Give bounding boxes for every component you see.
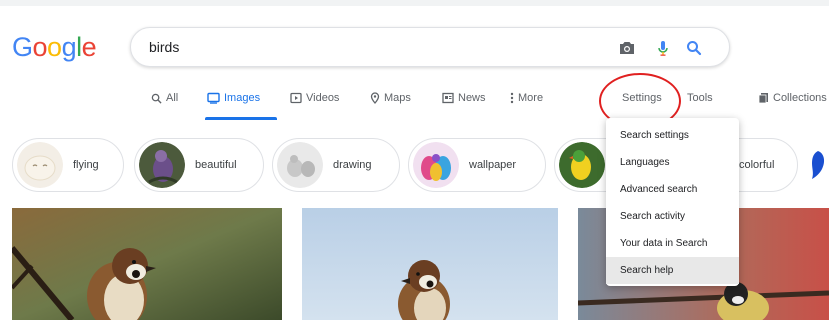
menu-item-advanced-search[interactable]: Advanced search bbox=[606, 176, 739, 203]
search-input[interactable]: birds bbox=[149, 39, 179, 55]
camera-icon[interactable] bbox=[617, 38, 637, 58]
tab-label: Images bbox=[224, 92, 261, 104]
tab-maps[interactable]: Maps bbox=[370, 92, 411, 104]
sparrow-image bbox=[12, 208, 282, 320]
chip-thumbnail bbox=[559, 142, 605, 188]
map-pin-icon bbox=[370, 92, 380, 104]
chip-label: drawing bbox=[333, 159, 372, 171]
tab-all[interactable]: All bbox=[151, 92, 178, 104]
tab-label: News bbox=[458, 92, 486, 104]
more-vert-icon bbox=[510, 92, 514, 104]
tab-label: Tools bbox=[687, 92, 713, 104]
menu-item-search-settings[interactable]: Search settings bbox=[606, 122, 739, 149]
tab-more[interactable]: More bbox=[510, 92, 543, 104]
tab-label: Collections bbox=[773, 92, 827, 104]
logo-letter: g bbox=[61, 32, 77, 62]
image-result-1[interactable] bbox=[12, 208, 282, 320]
menu-item-search-help[interactable]: Search help bbox=[606, 257, 739, 284]
tab-images[interactable]: Images bbox=[207, 92, 260, 104]
logo-letter: e bbox=[81, 32, 97, 62]
search-icon[interactable] bbox=[684, 38, 704, 58]
chip-label: wallpaper bbox=[469, 159, 517, 171]
logo-letter: o bbox=[32, 32, 48, 62]
chip-drawing[interactable]: drawing bbox=[272, 138, 400, 192]
tab-collections[interactable]: Collections bbox=[758, 92, 827, 104]
logo-letter: o bbox=[47, 32, 62, 62]
menu-item-your-data[interactable]: Your data in Search bbox=[606, 230, 739, 257]
chip-thumbnail bbox=[413, 142, 459, 188]
logo-letter: G bbox=[12, 32, 33, 62]
tab-news[interactable]: News bbox=[442, 92, 486, 104]
chip-label: flying bbox=[73, 159, 99, 171]
search-icon bbox=[151, 93, 162, 104]
active-tab-indicator bbox=[205, 117, 277, 120]
top-border bbox=[0, 0, 829, 6]
chip-flying[interactable]: flying bbox=[12, 138, 124, 192]
image-result-2[interactable] bbox=[302, 208, 558, 320]
chip-label: colorful bbox=[739, 159, 775, 171]
chip-label: beautiful bbox=[195, 159, 237, 171]
tab-label: Maps bbox=[384, 92, 411, 104]
menu-item-languages[interactable]: Languages bbox=[606, 149, 739, 176]
video-icon bbox=[290, 92, 302, 104]
search-bar[interactable]: birds bbox=[130, 27, 730, 67]
menu-item-search-activity[interactable]: Search activity bbox=[606, 203, 739, 230]
chip-thumbnail bbox=[17, 142, 63, 188]
tab-tools[interactable]: Tools bbox=[687, 92, 713, 104]
tab-label: Videos bbox=[306, 92, 340, 104]
chip-thumbnail bbox=[139, 142, 185, 188]
news-icon bbox=[442, 92, 454, 104]
sparrow-image bbox=[302, 208, 558, 320]
mic-icon[interactable] bbox=[653, 38, 673, 58]
chip-thumbnail bbox=[812, 151, 825, 179]
tab-label: All bbox=[166, 92, 179, 104]
tab-label: More bbox=[518, 92, 544, 104]
chip-wallpaper[interactable]: wallpaper bbox=[408, 138, 546, 192]
image-icon bbox=[207, 92, 220, 104]
chip-beautiful[interactable]: beautiful bbox=[134, 138, 264, 192]
tab-videos[interactable]: Videos bbox=[290, 92, 339, 104]
chip-next-partial[interactable] bbox=[806, 138, 829, 192]
collections-icon bbox=[758, 93, 768, 104]
chip-thumbnail bbox=[277, 142, 323, 188]
settings-menu: Search settings Languages Advanced searc… bbox=[606, 118, 739, 286]
search-tabs: All Images Videos Maps News More Setting… bbox=[0, 88, 829, 120]
google-logo[interactable]: Google bbox=[12, 32, 97, 63]
